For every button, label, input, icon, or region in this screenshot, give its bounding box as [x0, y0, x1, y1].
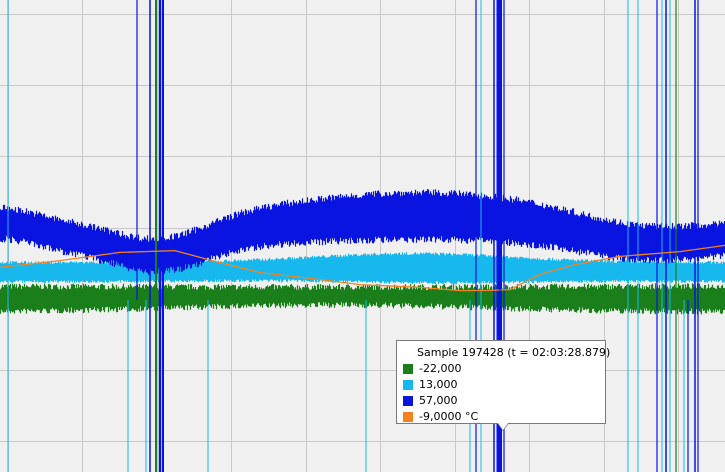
tooltip-value-cyan: 13,000 — [419, 378, 458, 391]
signal-plot[interactable] — [0, 0, 725, 472]
cyan-swatch-icon — [403, 380, 413, 390]
blue-swatch-icon — [403, 396, 413, 406]
tooltip-value-orange: -9,0000 °C — [419, 410, 479, 423]
tooltip-row-blue: 57,000 — [403, 393, 599, 409]
tooltip-value-blue: 57,000 — [419, 394, 458, 407]
tooltip-title: Sample 197428 (t = 02:03:28.879) — [417, 346, 611, 359]
tooltip-row-cyan: 13,000 — [403, 377, 599, 393]
green-swatch-icon — [403, 364, 413, 374]
tooltip-row-green: -22,000 — [403, 361, 599, 377]
series-green-trace — [0, 283, 725, 315]
orange-swatch-icon — [403, 412, 413, 422]
green-noise-band — [0, 283, 725, 315]
tooltip-pointer — [498, 423, 508, 430]
tooltip-value-green: -22,000 — [419, 362, 462, 375]
sample-tooltip: Sample 197428 (t = 02:03:28.879) -22,000… — [396, 340, 611, 424]
signal-plot-area[interactable]: Sample 197428 (t = 02:03:28.879) -22,000… — [0, 0, 725, 472]
